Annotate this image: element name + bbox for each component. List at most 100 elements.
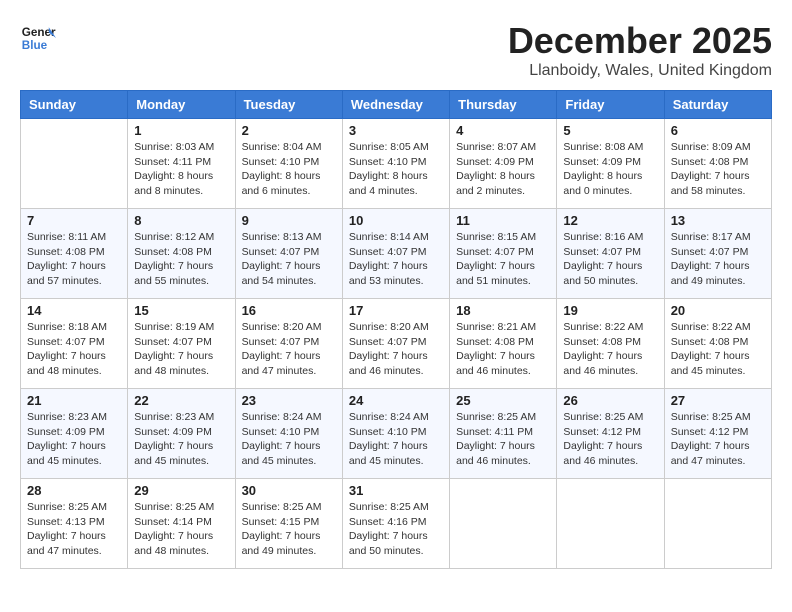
calendar-cell: 24Sunrise: 8:24 AMSunset: 4:10 PMDayligh… [342,389,449,479]
cell-date: 14 [27,303,121,318]
cell-date: 1 [134,123,228,138]
cell-info: Sunrise: 8:12 AMSunset: 4:08 PMDaylight:… [134,230,228,289]
calendar-cell: 1 Sunrise: 8:03 AMSunset: 4:11 PMDaylight… [128,119,235,209]
cell-date: 12 [563,213,657,228]
calendar-cell: 8 Sunrise: 8:12 AMSunset: 4:08 PMDaylight… [128,209,235,299]
day-header-monday: Monday [128,91,235,119]
calendar-cell: 25 Sunrise: 8:25 AMSunset: 4:11 PMDayligh… [450,389,557,479]
calendar-cell: 12 Sunrise: 8:16 AMSunset: 4:07 PMDayligh… [557,209,664,299]
cell-date: 27 [671,393,765,408]
calendar-cell: 30 Sunrise: 8:25 AMSunset: 4:15 PMDayligh… [235,479,342,569]
page-header: General Blue December 2025 Llanboidy, Wa… [20,20,772,80]
calendar-cell: 17 Sunrise: 8:20 AMSunset: 4:07 PMDayligh… [342,299,449,389]
cell-info: Sunrise: 8:22 AMSunset: 4:08 PMDaylight:… [671,320,765,379]
cell-date: 7 [27,213,121,228]
cell-info: Sunrise: 8:08 AMSunset: 4:09 PMDaylight:… [563,140,657,199]
cell-date: 25 [456,393,550,408]
day-header-friday: Friday [557,91,664,119]
day-header-saturday: Saturday [664,91,771,119]
calendar-cell [450,479,557,569]
cell-date: 3 [349,123,443,138]
cell-info: Sunrise: 8:25 AMSunset: 4:12 PMDaylight:… [563,410,657,469]
cell-date: 21 [27,393,121,408]
cell-info: Sunrise: 8:21 AMSunset: 4:08 PMDaylight:… [456,320,550,379]
day-header-wednesday: Wednesday [342,91,449,119]
cell-date: 28 [27,483,121,498]
calendar-cell: 4Sunrise: 8:07 AMSunset: 4:09 PMDaylight… [450,119,557,209]
cell-info: Sunrise: 8:15 AMSunset: 4:07 PMDaylight:… [456,230,550,289]
calendar-cell: 3 Sunrise: 8:05 AMSunset: 4:10 PMDaylight… [342,119,449,209]
calendar-cell: 20 Sunrise: 8:22 AMSunset: 4:08 PMDayligh… [664,299,771,389]
cell-date: 30 [242,483,336,498]
cell-date: 11 [456,213,550,228]
calendar-cell: 10Sunrise: 8:14 AMSunset: 4:07 PMDayligh… [342,209,449,299]
cell-date: 18 [456,303,550,318]
cell-info: Sunrise: 8:03 AMSunset: 4:11 PMDaylight:… [134,140,228,199]
cell-info: Sunrise: 8:14 AMSunset: 4:07 PMDaylight:… [349,230,443,289]
calendar-cell: 26 Sunrise: 8:25 AMSunset: 4:12 PMDayligh… [557,389,664,479]
calendar-cell: 19 Sunrise: 8:22 AMSunset: 4:08 PMDayligh… [557,299,664,389]
cell-info: Sunrise: 8:25 AMSunset: 4:14 PMDaylight:… [134,500,228,559]
calendar-cell: 14 Sunrise: 8:18 AMSunset: 4:07 PMDayligh… [21,299,128,389]
calendar-cell: 13Sunrise: 8:17 AMSunset: 4:07 PMDayligh… [664,209,771,299]
cell-date: 5 [563,123,657,138]
calendar-week-5: 28 Sunrise: 8:25 AMSunset: 4:13 PMDayligh… [21,479,772,569]
cell-info: Sunrise: 8:20 AMSunset: 4:07 PMDaylight:… [242,320,336,379]
calendar-week-3: 14 Sunrise: 8:18 AMSunset: 4:07 PMDayligh… [21,299,772,389]
location: Llanboidy, Wales, United Kingdom [508,62,772,80]
calendar-cell: 18 Sunrise: 8:21 AMSunset: 4:08 PMDayligh… [450,299,557,389]
cell-date: 19 [563,303,657,318]
cell-date: 13 [671,213,765,228]
calendar-cell [664,479,771,569]
cell-info: Sunrise: 8:25 AMSunset: 4:15 PMDaylight:… [242,500,336,559]
cell-info: Sunrise: 8:25 AMSunset: 4:12 PMDaylight:… [671,410,765,469]
calendar-cell: 28 Sunrise: 8:25 AMSunset: 4:13 PMDayligh… [21,479,128,569]
cell-date: 8 [134,213,228,228]
cell-date: 20 [671,303,765,318]
calendar-cell: 23Sunrise: 8:24 AMSunset: 4:10 PMDayligh… [235,389,342,479]
calendar-cell: 22 Sunrise: 8:23 AMSunset: 4:09 PMDayligh… [128,389,235,479]
cell-date: 6 [671,123,765,138]
calendar-week-1: 1 Sunrise: 8:03 AMSunset: 4:11 PMDaylight… [21,119,772,209]
cell-info: Sunrise: 8:23 AMSunset: 4:09 PMDaylight:… [134,410,228,469]
cell-date: 26 [563,393,657,408]
calendar-cell: 21 Sunrise: 8:23 AMSunset: 4:09 PMDayligh… [21,389,128,479]
cell-info: Sunrise: 8:05 AMSunset: 4:10 PMDaylight:… [349,140,443,199]
calendar-cell: 29Sunrise: 8:25 AMSunset: 4:14 PMDayligh… [128,479,235,569]
calendar-cell: 31 Sunrise: 8:25 AMSunset: 4:16 PMDayligh… [342,479,449,569]
day-header-sunday: Sunday [21,91,128,119]
cell-info: Sunrise: 8:16 AMSunset: 4:07 PMDaylight:… [563,230,657,289]
cell-info: Sunrise: 8:22 AMSunset: 4:08 PMDaylight:… [563,320,657,379]
cell-date: 2 [242,123,336,138]
cell-date: 22 [134,393,228,408]
cell-info: Sunrise: 8:18 AMSunset: 4:07 PMDaylight:… [27,320,121,379]
calendar-cell: 15Sunrise: 8:19 AMSunset: 4:07 PMDayligh… [128,299,235,389]
cell-date: 17 [349,303,443,318]
cell-info: Sunrise: 8:04 AMSunset: 4:10 PMDaylight:… [242,140,336,199]
calendar-cell: 6 Sunrise: 8:09 AMSunset: 4:08 PMDaylight… [664,119,771,209]
calendar-cell: 11 Sunrise: 8:15 AMSunset: 4:07 PMDayligh… [450,209,557,299]
cell-date: 31 [349,483,443,498]
cell-info: Sunrise: 8:19 AMSunset: 4:07 PMDaylight:… [134,320,228,379]
cell-info: Sunrise: 8:25 AMSunset: 4:13 PMDaylight:… [27,500,121,559]
calendar-cell: 9Sunrise: 8:13 AMSunset: 4:07 PMDaylight… [235,209,342,299]
cell-info: Sunrise: 8:23 AMSunset: 4:09 PMDaylight:… [27,410,121,469]
calendar-cell: 2 Sunrise: 8:04 AMSunset: 4:10 PMDaylight… [235,119,342,209]
cell-info: Sunrise: 8:25 AMSunset: 4:16 PMDaylight:… [349,500,443,559]
title-block: December 2025 Llanboidy, Wales, United K… [508,20,772,80]
cell-info: Sunrise: 8:09 AMSunset: 4:08 PMDaylight:… [671,140,765,199]
cell-info: Sunrise: 8:07 AMSunset: 4:09 PMDaylight:… [456,140,550,199]
cell-info: Sunrise: 8:24 AMSunset: 4:10 PMDaylight:… [349,410,443,469]
calendar-cell [557,479,664,569]
cell-info: Sunrise: 8:11 AMSunset: 4:08 PMDaylight:… [27,230,121,289]
calendar-cell [21,119,128,209]
calendar-table: SundayMondayTuesdayWednesdayThursdayFrid… [20,90,772,569]
cell-info: Sunrise: 8:25 AMSunset: 4:11 PMDaylight:… [456,410,550,469]
day-header-thursday: Thursday [450,91,557,119]
calendar-cell: 7 Sunrise: 8:11 AMSunset: 4:08 PMDaylight… [21,209,128,299]
cell-date: 16 [242,303,336,318]
calendar-header-row: SundayMondayTuesdayWednesdayThursdayFrid… [21,91,772,119]
svg-text:Blue: Blue [22,39,48,52]
cell-info: Sunrise: 8:13 AMSunset: 4:07 PMDaylight:… [242,230,336,289]
cell-info: Sunrise: 8:20 AMSunset: 4:07 PMDaylight:… [349,320,443,379]
